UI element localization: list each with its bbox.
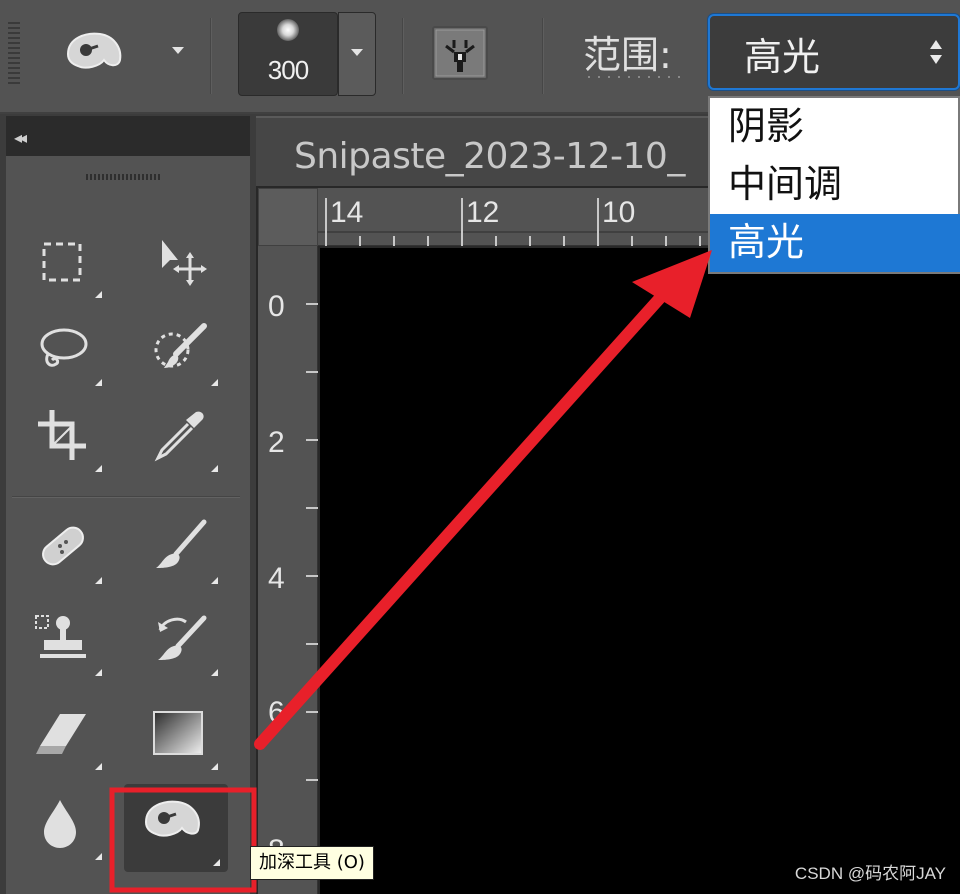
stamp-icon [35,615,86,658]
ruler-origin[interactable] [258,188,318,246]
vertical-ruler[interactable]: 0 2 4 6 8 [258,246,318,894]
range-option-shadows[interactable]: 阴影 [710,98,960,156]
ruler-label: 14 [330,196,364,229]
subtool-indicator [95,853,102,860]
eyedropper-tool[interactable] [134,398,226,478]
divider [402,18,404,94]
range-option-highlights[interactable]: 高光 [710,214,960,272]
subtool-indicator [211,669,218,676]
tool-preset-dropdown-icon[interactable] [172,47,184,54]
brush-tip-icon [277,19,299,41]
clone-stamp-tool[interactable] [18,602,110,682]
subtool-indicator [213,859,220,866]
image-canvas[interactable] [320,248,960,894]
eraser-icon [36,714,86,754]
bandage-icon [42,526,84,566]
document-tab-title: Snipaste_2023-12-10_ [294,136,685,177]
range-label-underline [588,76,688,78]
updown-arrows-icon [928,40,944,68]
tools-panel-header: ◂◂ [6,116,250,156]
ruler-label: 12 [466,196,500,229]
subtool-indicator [211,763,218,770]
brush-size-value: 300 [267,55,309,85]
burn-tool[interactable] [124,784,228,872]
lasso-tool[interactable] [18,312,110,392]
range-dropdown-list: 阴影 中间调 高光 [708,96,960,274]
options-bar-grip[interactable] [8,22,20,86]
eraser-tool[interactable] [18,696,110,776]
gradient-icon [153,711,203,755]
chevron-down-icon [351,49,363,56]
subtool-indicator [95,379,102,386]
divider [210,18,212,94]
history-brush-icon [158,615,207,660]
tool-tooltip: 加深工具 (O) [250,846,374,880]
quick-selection-tool[interactable] [134,312,226,392]
marquee-icon [42,242,82,282]
brush-tool[interactable] [134,510,226,590]
watermark: CSDN @码农阿JAY [794,864,946,883]
burn-tool-icon [66,32,122,69]
ruler-label: 10 [602,196,636,229]
gradient-tool[interactable] [134,696,226,776]
range-label: 范围: [583,33,672,77]
airbrush-toggle-button[interactable] [432,26,488,80]
crop-icon [38,410,86,460]
ruler-label: 0 [268,290,285,323]
ruler-label: 4 [268,562,285,595]
tools-panel-grip[interactable] [86,174,160,180]
brush-preset-dropdown[interactable] [338,12,376,96]
document-tab[interactable]: Snipaste_2023-12-10_ [256,116,708,186]
subtool-indicator [95,669,102,676]
airbrush-icon [435,29,485,77]
range-option-midtones[interactable]: 中间调 [710,156,960,214]
tools-panel: ◂◂ [6,116,250,894]
eyedropper-icon [154,411,204,462]
rectangular-marquee-tool[interactable] [18,224,110,304]
move-tool[interactable] [134,224,226,304]
tool-preset-picker[interactable] [64,26,128,74]
lasso-icon [40,328,88,367]
tools-divider [12,496,240,498]
ruler-label: 6 [268,696,285,729]
blur-tool[interactable] [18,786,110,866]
ruler-ticks [306,303,318,849]
range-select-value: 高光 [744,35,821,79]
subtool-indicator [211,465,218,472]
crop-tool[interactable] [18,398,110,478]
subtool-indicator [95,763,102,770]
brush-icon [156,519,207,568]
burn-icon [144,800,200,837]
collapse-panel-icon[interactable]: ◂◂ [14,128,27,147]
quick-selection-icon [154,323,207,368]
range-select[interactable]: 高光 [708,14,960,90]
subtool-indicator [211,379,218,386]
subtool-indicator [95,577,102,584]
spot-healing-tool[interactable] [18,510,110,590]
subtool-indicator [211,577,218,584]
subtool-indicator [95,465,102,472]
drop-icon [44,800,76,848]
history-brush-tool[interactable] [134,602,226,682]
subtool-indicator [95,291,102,298]
move-icon [162,240,207,286]
divider [542,18,544,94]
ruler-label: 2 [268,426,285,459]
brush-preset-picker[interactable]: 300 [238,12,338,96]
